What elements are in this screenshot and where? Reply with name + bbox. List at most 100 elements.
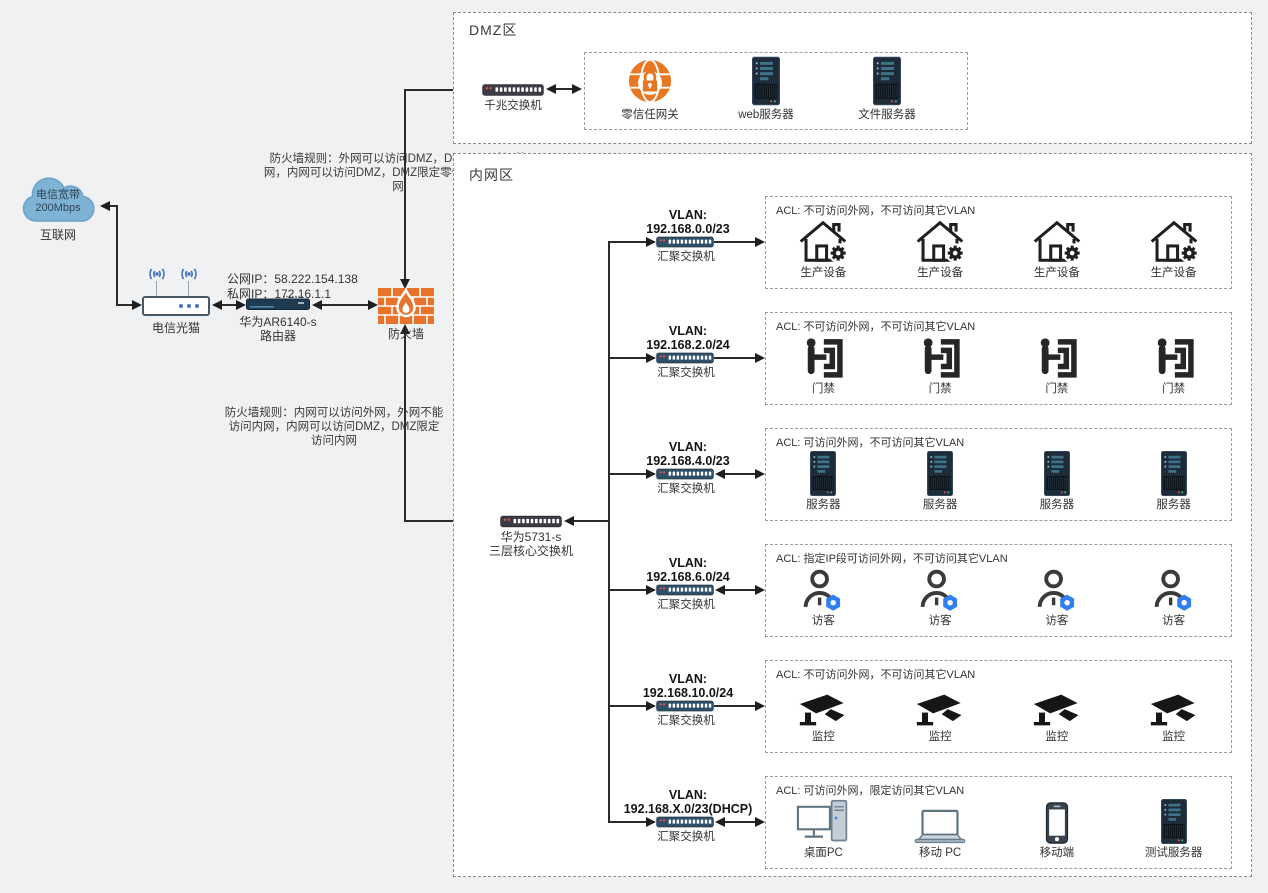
- connector: [574, 520, 608, 522]
- connector-arrow: [546, 84, 556, 94]
- device: 生产设备: [1122, 219, 1226, 280]
- device: 桌面PC: [771, 799, 875, 860]
- connector-arrow: [212, 300, 222, 310]
- agg-switch-icon: [656, 700, 714, 712]
- device: 门禁: [888, 336, 992, 396]
- device: 测试服务器: [1122, 799, 1226, 860]
- vlan1-heading: VLAN: 192.168.0.0/23: [602, 208, 774, 236]
- agg-switch-label: 汇聚交换机: [642, 715, 730, 728]
- antenna-stem: [188, 281, 189, 296]
- server-icon: [1161, 451, 1187, 496]
- modem-label: 电信光猫: [138, 321, 214, 335]
- connector-arrow: [755, 353, 765, 363]
- connector-arrow: [755, 469, 765, 479]
- connector-arrow: [715, 585, 725, 595]
- connector-arrow: [755, 237, 765, 247]
- connector: [404, 334, 406, 521]
- phone-icon: [1045, 802, 1069, 844]
- network-topology-diagram: 电信宽带 200Mbps 互联网 电信光猫 华为AR6140-s 路由器 公网I…: [0, 0, 1268, 893]
- router-label-line2: 路由器: [214, 329, 342, 343]
- device: 访客: [1005, 568, 1109, 628]
- agg-switch-icon: [656, 352, 714, 364]
- connector-arrow: [564, 516, 574, 526]
- agg-switch-icon: [656, 816, 714, 828]
- dmz-zone-title: DMZ区: [469, 20, 517, 40]
- connector-arrow: [100, 201, 110, 211]
- agg-switch-icon: [656, 584, 714, 596]
- connector-arrow: [368, 300, 378, 310]
- connector: [610, 357, 648, 359]
- door-access-icon: [801, 336, 845, 380]
- device: 访客: [888, 568, 992, 628]
- camera-icon: [798, 692, 848, 728]
- device: 移动 PC: [888, 809, 992, 860]
- device: 服务器: [1122, 451, 1226, 512]
- vlan3-heading: VLAN: 192.168.4.0/23: [602, 440, 774, 468]
- core-switch-label-line2: 三层核心交换机: [467, 544, 595, 558]
- cloud-text: 电信宽带 200Mbps: [16, 189, 100, 215]
- connector-arrow: [646, 469, 656, 479]
- vlan6-heading: VLAN: 192.168.X.0/23(DHCP): [602, 788, 774, 816]
- connector: [610, 473, 648, 475]
- internet-label: 互联网: [16, 228, 100, 242]
- visitor-icon: [918, 568, 962, 612]
- connector: [725, 589, 755, 591]
- vlan3-devices: 服务器 服务器 服务器 服务器: [765, 446, 1232, 512]
- file-server-icon: [873, 56, 901, 106]
- vlan5-devices: 监控 监控 监控 监控: [765, 678, 1232, 744]
- device: 门禁: [1005, 336, 1109, 396]
- desktop-pc-icon: [796, 799, 850, 844]
- agg-switch-label: 汇聚交换机: [642, 367, 730, 380]
- vlan4-devices: 访客 访客 访客 访客: [765, 562, 1232, 628]
- server-icon: [927, 451, 953, 496]
- device: 监控: [1122, 692, 1226, 744]
- device: 生产设备: [771, 219, 875, 280]
- door-access-icon: [1035, 336, 1079, 380]
- agg-switch-label: 汇聚交换机: [642, 599, 730, 612]
- connector-arrow: [312, 300, 322, 310]
- agg-switch-label: 汇聚交换机: [642, 831, 730, 844]
- device: 访客: [1122, 568, 1226, 628]
- camera-icon: [1032, 692, 1082, 728]
- house-gear-icon: [915, 219, 965, 264]
- house-gear-icon: [1149, 219, 1199, 264]
- connector-arrow: [715, 817, 725, 827]
- firewall-label: 防火墙: [377, 327, 435, 341]
- connector: [222, 304, 236, 306]
- device: 服务器: [1005, 451, 1109, 512]
- file-server-label: 文件服务器: [847, 109, 927, 122]
- connector-arrow: [646, 701, 656, 711]
- connector: [610, 241, 648, 243]
- wifi-antenna-icon: [147, 267, 167, 281]
- camera-icon: [1149, 692, 1199, 728]
- device: 门禁: [1122, 336, 1226, 396]
- house-gear-icon: [1032, 219, 1082, 264]
- visitor-icon: [1035, 568, 1079, 612]
- router-label-line1: 华为AR6140-s: [214, 315, 342, 329]
- connector: [556, 88, 572, 90]
- agg-switch-label: 汇聚交换机: [642, 483, 730, 496]
- connector: [714, 357, 755, 359]
- firewall-rule-lan-note: 防火墙规则：内网可以访问外网，外网不能访问内网，内网可以访问DMZ，DMZ限定访…: [224, 406, 444, 448]
- device: 服务器: [771, 451, 875, 512]
- public-ip-label: 公网IP：58.222.154.138: [227, 272, 358, 287]
- zero-trust-gateway-icon: [627, 58, 673, 104]
- connector: [725, 473, 755, 475]
- connector-arrow: [646, 237, 656, 247]
- connector-arrow: [755, 585, 765, 595]
- visitor-icon: [1152, 568, 1196, 612]
- connector: [714, 241, 755, 243]
- device: 生产设备: [888, 219, 992, 280]
- gigabit-switch-label: 千兆交换机: [477, 100, 549, 113]
- vlan4-heading: VLAN: 192.168.6.0/24: [602, 556, 774, 584]
- device: 服务器: [888, 451, 992, 512]
- antenna-stem: [156, 281, 157, 296]
- vlan6-devices: 桌面PC 移动 PC 移动端 测试服务器: [765, 794, 1232, 860]
- firewall-icon: [378, 288, 434, 324]
- connector-arrow: [132, 300, 142, 310]
- server-icon: [1161, 799, 1187, 844]
- device: 监控: [771, 692, 875, 744]
- device: 生产设备: [1005, 219, 1109, 280]
- device: 访客: [771, 568, 875, 628]
- modem-icon: [142, 296, 210, 316]
